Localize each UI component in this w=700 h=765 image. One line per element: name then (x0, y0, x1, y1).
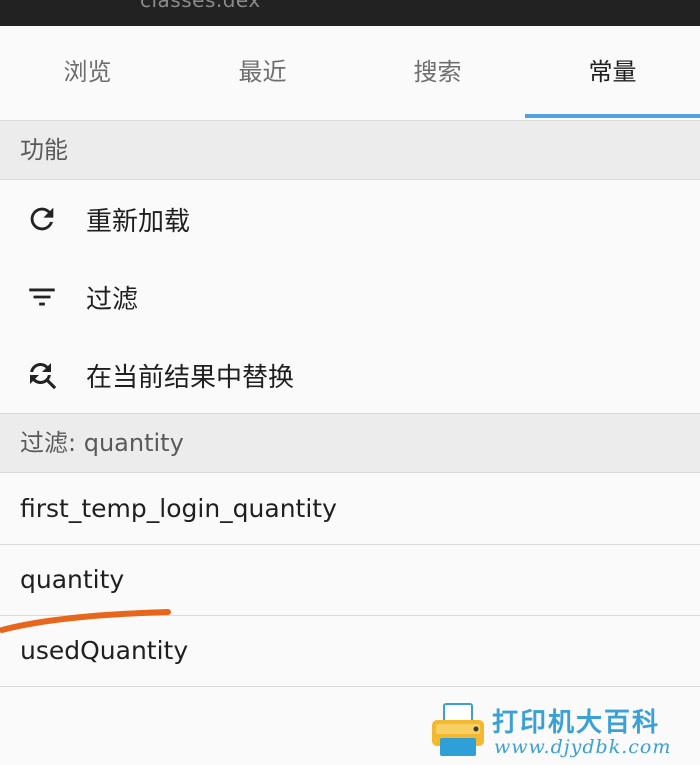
functions-section-header: 功能 (0, 120, 700, 180)
filter-section-header: 过滤: quantity (0, 413, 700, 473)
tab-browse[interactable]: 浏览 (0, 26, 175, 118)
replace-icon (20, 353, 64, 397)
filter-icon (20, 275, 64, 319)
watermark: 打印机大百科 www.djydbk.com (428, 700, 698, 762)
tab-bar: 浏览 最近 搜索 常量 (0, 26, 700, 118)
reload-label: 重新加载 (86, 206, 191, 237)
reload-icon (20, 197, 64, 241)
app-title-bar: classes.dex (0, 0, 700, 26)
underline-annotation (0, 609, 171, 633)
watermark-url: www.djydbk.com (494, 736, 672, 758)
replace-menu-item[interactable]: 在当前结果中替换 (0, 336, 700, 414)
tab-constants[interactable]: 常量 (525, 26, 700, 118)
watermark-text: 打印机大百科 (492, 708, 661, 738)
tab-search[interactable]: 搜索 (350, 26, 525, 118)
filter-label: 过滤 (86, 284, 139, 315)
list-item[interactable]: first_temp_login_quantity (0, 474, 700, 545)
window-title: classes.dex (140, 0, 261, 12)
printer-logo-icon (432, 703, 484, 756)
tab-recent[interactable]: 最近 (175, 26, 350, 118)
reload-menu-item[interactable]: 重新加载 (0, 180, 700, 258)
filter-menu-item[interactable]: 过滤 (0, 258, 700, 336)
replace-label: 在当前结果中替换 (86, 362, 295, 393)
